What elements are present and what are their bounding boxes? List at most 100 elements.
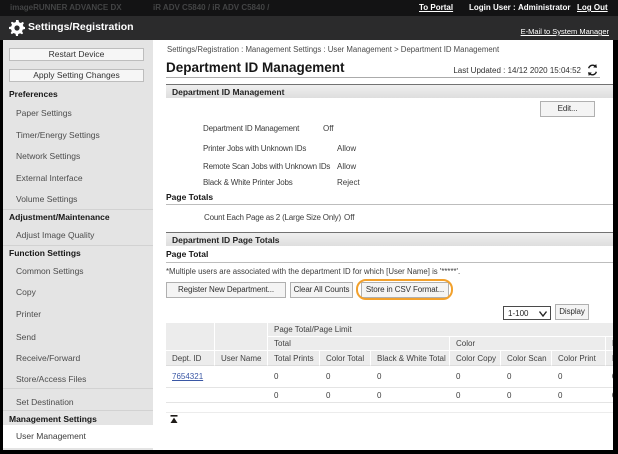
- main-content: Settings/Registration : Management Setti…: [153, 40, 613, 450]
- sidebar-section-adjustment-maintenance: Adjustment/Maintenance: [9, 212, 110, 222]
- breadcrumb: Settings/Registration : Management Setti…: [167, 45, 499, 54]
- display-button[interactable]: Display: [555, 304, 589, 320]
- store-in-csv-format-button[interactable]: Store in CSV Format...: [361, 282, 449, 298]
- table-col-color-print: Color Print: [552, 351, 606, 366]
- table-col-black-white-copy: Black & White Copy: [606, 351, 613, 366]
- sidebar-divider: [3, 209, 153, 210]
- cell-value: 0: [371, 366, 450, 388]
- sidebar-item-volume-settings[interactable]: Volume Settings: [16, 194, 77, 204]
- sidebar-item-user-management[interactable]: User Management: [3, 425, 153, 448]
- table-col-user-name: User Name: [215, 351, 268, 366]
- restart-device-button[interactable]: Restart Device: [9, 48, 144, 61]
- kv-value: Off: [344, 213, 355, 222]
- device-top-bar: imageRUNNER ADVANCE DX iR ADV C5840 / iR…: [0, 0, 618, 16]
- app-bar-title: Settings/Registration: [28, 21, 134, 33]
- dept-id-link[interactable]: 7654321: [172, 372, 203, 381]
- table-group-black-white: Black & White: [606, 337, 613, 351]
- title-separator: [166, 77, 600, 78]
- cell-value: 0: [450, 388, 501, 403]
- scroll-to-top-icon[interactable]: [170, 415, 178, 423]
- kv-label: Count Each Page as 2 (Large Size Only): [204, 213, 341, 222]
- device-model-family: imageRUNNER ADVANCE DX: [10, 0, 122, 16]
- cell-value: 0: [501, 388, 552, 403]
- sidebar-item-copy[interactable]: Copy: [16, 287, 36, 297]
- clear-all-counts-button[interactable]: Clear All Counts: [290, 282, 353, 298]
- sidebar-section-function-settings: Function Settings: [9, 248, 81, 258]
- cell-value: 0: [268, 366, 320, 388]
- sidebar-item-adjust-image-quality[interactable]: Adjust Image Quality: [16, 230, 94, 240]
- multiple-users-note: *Multiple users are associated with the …: [166, 267, 460, 276]
- kv-value: Allow: [337, 162, 356, 171]
- sidebar-section-preferences: Preferences: [9, 89, 58, 99]
- table-header-blank: [166, 323, 215, 351]
- sidebar-item-send[interactable]: Send: [16, 332, 36, 342]
- table-group-color: Color: [450, 337, 606, 351]
- page-title: Department ID Management: [166, 60, 345, 75]
- last-updated-text: Last Updated : 14/12 2020 15:04:52: [453, 66, 581, 75]
- page-totals-table: Page Total/Page Limit Total Color Black …: [166, 323, 613, 405]
- sidebar-item-set-destination[interactable]: Set Destination: [16, 397, 74, 407]
- table-col-black-white-total: Black & White Total: [371, 351, 450, 366]
- cell-value: 0: [268, 388, 320, 403]
- cell-value: 0: [450, 366, 501, 388]
- table-col-color-total: Color Total: [320, 351, 371, 366]
- log-out-link[interactable]: Log Out: [577, 0, 608, 16]
- login-user-name: Administrator: [518, 0, 570, 16]
- table-header-blank: [215, 323, 268, 351]
- cell-value: 0: [501, 366, 552, 388]
- section-header-department-id-management: Department ID Management: [166, 84, 613, 98]
- cell-dept-id: [166, 388, 215, 403]
- table-col-color-copy: Color Copy: [450, 351, 501, 366]
- cell-value: 0: [320, 366, 371, 388]
- table-row: 0 0 0 0 0 0 0: [166, 388, 613, 403]
- display-range-value: 1-100: [508, 309, 528, 318]
- register-new-department-button[interactable]: Register New Department...: [166, 282, 286, 298]
- chevron-down-icon: [539, 311, 547, 317]
- table-group-page-total-page-limit: Page Total/Page Limit: [268, 323, 613, 337]
- cell-user-name: [215, 366, 268, 388]
- table-row: 7654321 0 0 0 0 0 0 0: [166, 366, 613, 388]
- cell-value: 0: [552, 366, 606, 388]
- sidebar-section-management-settings: Management Settings: [9, 414, 97, 424]
- email-system-manager-link[interactable]: E-Mail to System Manager: [521, 27, 609, 36]
- kv-value: Reject: [337, 178, 360, 187]
- sidebar-item-printer[interactable]: Printer: [16, 309, 41, 319]
- sidebar-item-external-interface[interactable]: External Interface: [16, 173, 83, 183]
- subsection-separator: [166, 204, 613, 205]
- section-header-department-id-page-totals: Department ID Page Totals: [166, 232, 613, 246]
- sidebar-item-network-settings[interactable]: Network Settings: [16, 151, 80, 161]
- cell-value: 0: [552, 388, 606, 403]
- sidebar-divider: [3, 388, 153, 389]
- display-range-select[interactable]: 1-100: [503, 306, 551, 320]
- cell-value: 0: [606, 366, 613, 388]
- subsection-separator: [166, 262, 613, 263]
- kv-value: Off: [323, 124, 334, 133]
- table-end-separator: [166, 412, 613, 413]
- table-col-dept-id: Dept. ID: [166, 351, 215, 366]
- table-col-color-scan: Color Scan: [501, 351, 552, 366]
- cell-value: 0: [606, 388, 613, 403]
- refresh-icon[interactable]: [586, 64, 599, 76]
- last-updated: Last Updated : 14/12 2020 15:04:52: [453, 64, 599, 76]
- to-portal-link[interactable]: To Portal: [419, 0, 453, 16]
- device-name: iR ADV C5840 / iR ADV C5840 /: [153, 0, 269, 16]
- sidebar-item-timer-energy-settings[interactable]: Timer/Energy Settings: [16, 130, 100, 140]
- kv-value: Allow: [337, 144, 356, 153]
- subsection-page-total: Page Total: [166, 249, 208, 259]
- sidebar-item-store-access-files[interactable]: Store/Access Files: [16, 374, 86, 384]
- subsection-page-totals: Page Totals: [166, 192, 213, 202]
- cell-user-name: [215, 388, 268, 403]
- sidebar-item-receive-forward[interactable]: Receive/Forward: [16, 353, 80, 363]
- app-bar: Settings/Registration E-Mail to System M…: [0, 16, 618, 40]
- apply-setting-changes-button[interactable]: Apply Setting Changes: [9, 69, 144, 82]
- login-user-label: Login User :: [469, 0, 516, 16]
- sidebar-divider: [3, 245, 153, 246]
- kv-label: Remote Scan Jobs with Unknown IDs: [203, 162, 330, 171]
- sidebar-item-paper-settings[interactable]: Paper Settings: [16, 108, 72, 118]
- cell-value: 0: [371, 388, 450, 403]
- gear-icon: [9, 20, 25, 36]
- sidebar-item-common-settings[interactable]: Common Settings: [16, 266, 84, 276]
- edit-button[interactable]: Edit...: [540, 101, 595, 117]
- cell-value: 0: [320, 388, 371, 403]
- table-col-total-prints: Total Prints: [268, 351, 320, 366]
